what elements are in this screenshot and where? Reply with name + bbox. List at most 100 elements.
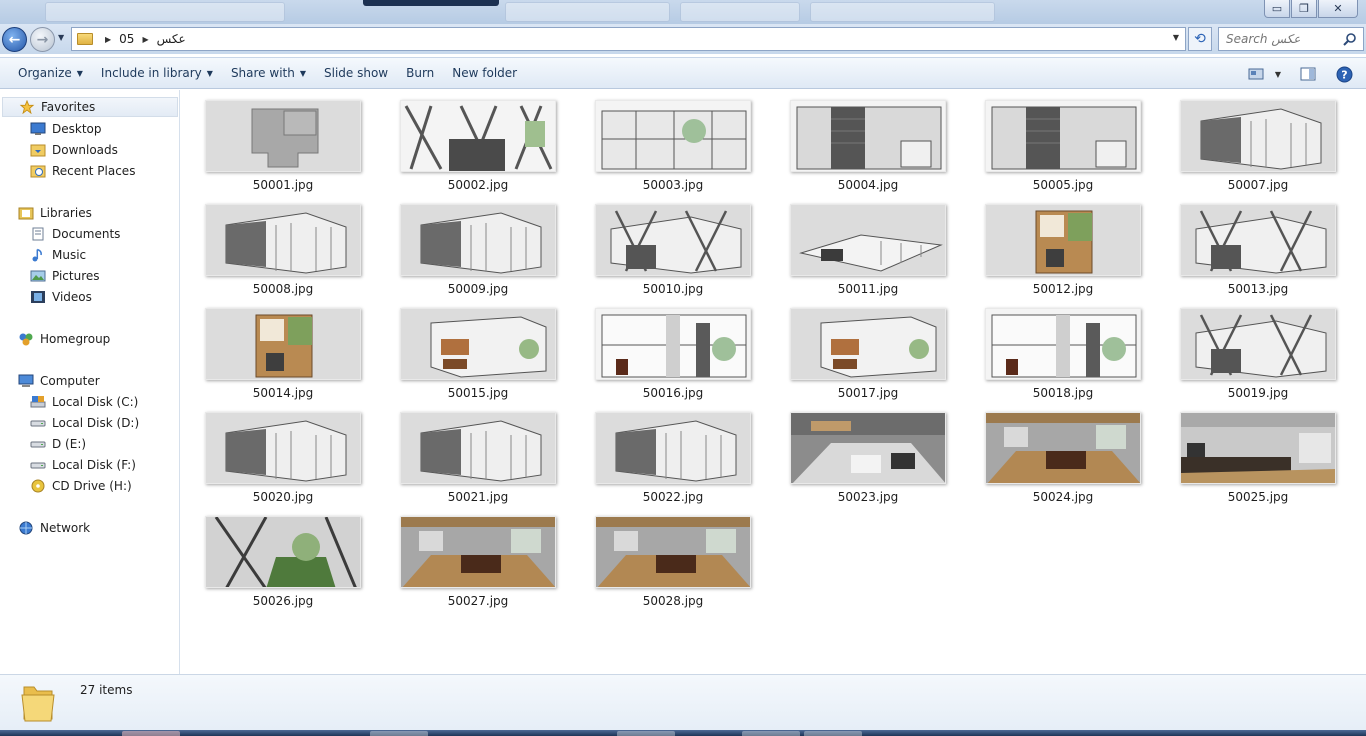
file-item[interactable]: 50014.jpg — [203, 308, 363, 408]
taskbar-button[interactable] — [804, 731, 862, 736]
sidebar-item-favorites[interactable]: Favorites — [2, 97, 178, 117]
file-name[interactable]: 50026.jpg — [203, 594, 363, 608]
file-item[interactable]: 50007.jpg — [1178, 100, 1338, 200]
chevron-right-icon[interactable]: ▶ — [142, 35, 148, 44]
file-item[interactable]: 50021.jpg — [398, 412, 558, 512]
sidebar-item-d-e[interactable]: D (E:) — [30, 434, 86, 454]
image-thumbnail[interactable] — [595, 308, 751, 380]
sidebar-item-music[interactable]: Music — [30, 245, 86, 265]
maximize-button[interactable]: ❐ — [1291, 0, 1317, 18]
file-item[interactable]: 50004.jpg — [788, 100, 948, 200]
image-thumbnail[interactable] — [205, 100, 361, 172]
image-thumbnail[interactable] — [400, 412, 556, 484]
file-name[interactable]: 50012.jpg — [983, 282, 1143, 296]
file-item[interactable]: 50024.jpg — [983, 412, 1143, 512]
file-item[interactable]: 50011.jpg — [788, 204, 948, 304]
search-input[interactable] — [1226, 32, 1344, 46]
file-name[interactable]: 50001.jpg — [203, 178, 363, 192]
file-name[interactable]: 50024.jpg — [983, 490, 1143, 504]
image-thumbnail[interactable] — [985, 412, 1141, 484]
address-dropdown-icon[interactable]: ▼ — [1173, 33, 1179, 42]
file-name[interactable]: 50020.jpg — [203, 490, 363, 504]
file-item[interactable]: 50005.jpg — [983, 100, 1143, 200]
breadcrumb-item[interactable]: عکس — [157, 32, 186, 46]
file-name[interactable]: 50002.jpg — [398, 178, 558, 192]
file-item[interactable]: 50002.jpg — [398, 100, 558, 200]
file-name[interactable]: 50018.jpg — [983, 386, 1143, 400]
image-thumbnail[interactable] — [985, 308, 1141, 380]
file-name[interactable]: 50016.jpg — [593, 386, 753, 400]
sidebar-item-local-disk-f[interactable]: Local Disk (F:) — [30, 455, 136, 475]
file-item[interactable]: 50009.jpg — [398, 204, 558, 304]
file-item[interactable]: 50020.jpg — [203, 412, 363, 512]
file-name[interactable]: 50011.jpg — [788, 282, 948, 296]
file-item[interactable]: 50012.jpg — [983, 204, 1143, 304]
file-item[interactable]: 50003.jpg — [593, 100, 753, 200]
search-box[interactable] — [1218, 27, 1364, 51]
file-name[interactable]: 50013.jpg — [1178, 282, 1338, 296]
sidebar-item-videos[interactable]: Videos — [30, 287, 92, 307]
file-item[interactable]: 50001.jpg — [203, 100, 363, 200]
image-thumbnail[interactable] — [790, 412, 946, 484]
sidebar-item-recent-places[interactable]: Recent Places — [30, 161, 135, 181]
image-thumbnail[interactable] — [985, 100, 1141, 172]
sidebar-item-network[interactable]: Network — [18, 518, 90, 538]
share-with-button[interactable]: Share with ▼ — [222, 60, 315, 86]
sidebar-item-downloads[interactable]: Downloads — [30, 140, 118, 160]
sidebar-item-computer[interactable]: Computer — [18, 371, 100, 391]
file-item[interactable]: 50015.jpg — [398, 308, 558, 408]
slide-show-button[interactable]: Slide show — [315, 60, 397, 86]
taskbar-button[interactable] — [742, 731, 800, 736]
file-item[interactable]: 50016.jpg — [593, 308, 753, 408]
sidebar-item-local-disk-d[interactable]: Local Disk (D:) — [30, 413, 139, 433]
file-name[interactable]: 50021.jpg — [398, 490, 558, 504]
file-item[interactable]: 50026.jpg — [203, 516, 363, 616]
burn-button[interactable]: Burn — [397, 60, 443, 86]
file-item[interactable]: 50027.jpg — [398, 516, 558, 616]
file-name[interactable]: 50014.jpg — [203, 386, 363, 400]
file-name[interactable]: 50009.jpg — [398, 282, 558, 296]
preview-pane-button[interactable] — [1294, 61, 1322, 87]
sidebar-item-local-disk-c[interactable]: Local Disk (C:) — [30, 392, 138, 412]
file-name[interactable]: 50004.jpg — [788, 178, 948, 192]
organize-button[interactable]: Organize ▼ — [9, 60, 92, 86]
file-name[interactable]: 50027.jpg — [398, 594, 558, 608]
image-thumbnail[interactable] — [205, 308, 361, 380]
file-item[interactable]: 50017.jpg — [788, 308, 948, 408]
image-thumbnail[interactable] — [400, 100, 556, 172]
new-folder-button[interactable]: New folder — [443, 60, 526, 86]
file-name[interactable]: 50003.jpg — [593, 178, 753, 192]
image-thumbnail[interactable] — [205, 516, 361, 588]
image-thumbnail[interactable] — [400, 516, 556, 588]
image-thumbnail[interactable] — [985, 204, 1141, 276]
file-item[interactable]: 50023.jpg — [788, 412, 948, 512]
file-name[interactable]: 50023.jpg — [788, 490, 948, 504]
image-thumbnail[interactable] — [205, 204, 361, 276]
sidebar-item-libraries[interactable]: Libraries — [18, 203, 92, 223]
image-thumbnail[interactable] — [205, 412, 361, 484]
file-name[interactable]: 50008.jpg — [203, 282, 363, 296]
taskbar-button[interactable] — [370, 731, 428, 736]
back-button[interactable]: ← — [2, 27, 27, 52]
file-name[interactable]: 50017.jpg — [788, 386, 948, 400]
chevron-right-icon[interactable]: ▶ — [105, 35, 111, 44]
image-thumbnail[interactable] — [790, 204, 946, 276]
file-item[interactable]: 50013.jpg — [1178, 204, 1338, 304]
forward-button[interactable]: → — [30, 27, 55, 52]
close-button[interactable]: ✕ — [1318, 0, 1358, 18]
image-thumbnail[interactable] — [595, 516, 751, 588]
file-name[interactable]: 50028.jpg — [593, 594, 753, 608]
sidebar-item-homegroup[interactable]: Homegroup — [18, 329, 110, 349]
file-name[interactable]: 50010.jpg — [593, 282, 753, 296]
image-thumbnail[interactable] — [790, 100, 946, 172]
sidebar-item-cd-drive-h[interactable]: CD Drive (H:) — [30, 476, 132, 496]
help-button[interactable]: ? — [1330, 61, 1358, 87]
file-item[interactable]: 50019.jpg — [1178, 308, 1338, 408]
image-thumbnail[interactable] — [790, 308, 946, 380]
image-thumbnail[interactable] — [595, 100, 751, 172]
file-item[interactable]: 50022.jpg — [593, 412, 753, 512]
file-name[interactable]: 50025.jpg — [1178, 490, 1338, 504]
address-bar[interactable]: ▶ 05 ▶ عکس ▼ — [71, 27, 1186, 51]
breadcrumb-item[interactable]: 05 — [119, 32, 134, 46]
include-in-library-button[interactable]: Include in library ▼ — [92, 60, 222, 86]
